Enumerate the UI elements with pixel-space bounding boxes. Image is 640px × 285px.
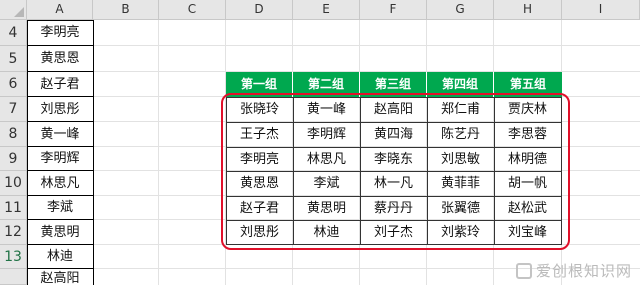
cell-a5[interactable]: 黄思恩 (27, 46, 93, 72)
cell-a11[interactable]: 李斌 (27, 196, 93, 220)
cell-a13[interactable]: 林迪 (27, 245, 93, 269)
grid-line (27, 45, 640, 46)
spreadsheet-grid[interactable]: A B C D E F G H I 4 5 6 7 8 9 10 11 12 1… (0, 0, 640, 285)
column-header-g[interactable]: G (427, 0, 494, 20)
row-header-7[interactable]: 7 (0, 97, 27, 122)
cell-a7[interactable]: 刘思彤 (27, 97, 93, 122)
column-header-h[interactable]: H (494, 0, 562, 20)
row-header-12[interactable]: 12 (0, 220, 27, 245)
cell-a6[interactable]: 赵子君 (27, 72, 93, 97)
cell-a12[interactable]: 黄思明 (27, 220, 93, 245)
logo-icon (515, 262, 532, 279)
watermark: 爱创根知识网 (515, 260, 632, 281)
row-header-10[interactable]: 10 (0, 171, 27, 196)
row-header-14[interactable] (0, 269, 27, 285)
cell-border (93, 20, 94, 285)
cell-a8[interactable]: 黄一峰 (27, 122, 93, 147)
row-header-8[interactable]: 8 (0, 122, 27, 147)
grid-line (158, 20, 159, 285)
column-header-c[interactable]: C (159, 0, 226, 20)
cell-a10[interactable]: 林思凡 (27, 171, 93, 196)
selection-highlight (221, 93, 570, 250)
row-header-4[interactable]: 4 (0, 20, 27, 46)
column-header-i[interactable]: I (562, 0, 640, 20)
column-header-a[interactable]: A (27, 0, 93, 20)
cell-a4[interactable]: 李明亮 (27, 20, 93, 46)
watermark-text: 爱创根知识网 (535, 262, 632, 280)
column-header-e[interactable]: E (293, 0, 360, 20)
select-all-corner[interactable] (0, 0, 27, 20)
column-header-f[interactable]: F (360, 0, 427, 20)
cell-a9[interactable]: 李明辉 (27, 147, 93, 171)
column-header-d[interactable]: D (226, 0, 293, 20)
row-header-11[interactable]: 11 (0, 196, 27, 220)
row-header-5[interactable]: 5 (0, 46, 27, 72)
row-header-13[interactable]: 13 (0, 245, 27, 269)
column-header-b[interactable]: B (93, 0, 159, 20)
cell-a14[interactable]: 赵高阳 (27, 269, 93, 285)
row-header-6[interactable]: 6 (0, 72, 27, 97)
row-header-9[interactable]: 9 (0, 147, 27, 171)
